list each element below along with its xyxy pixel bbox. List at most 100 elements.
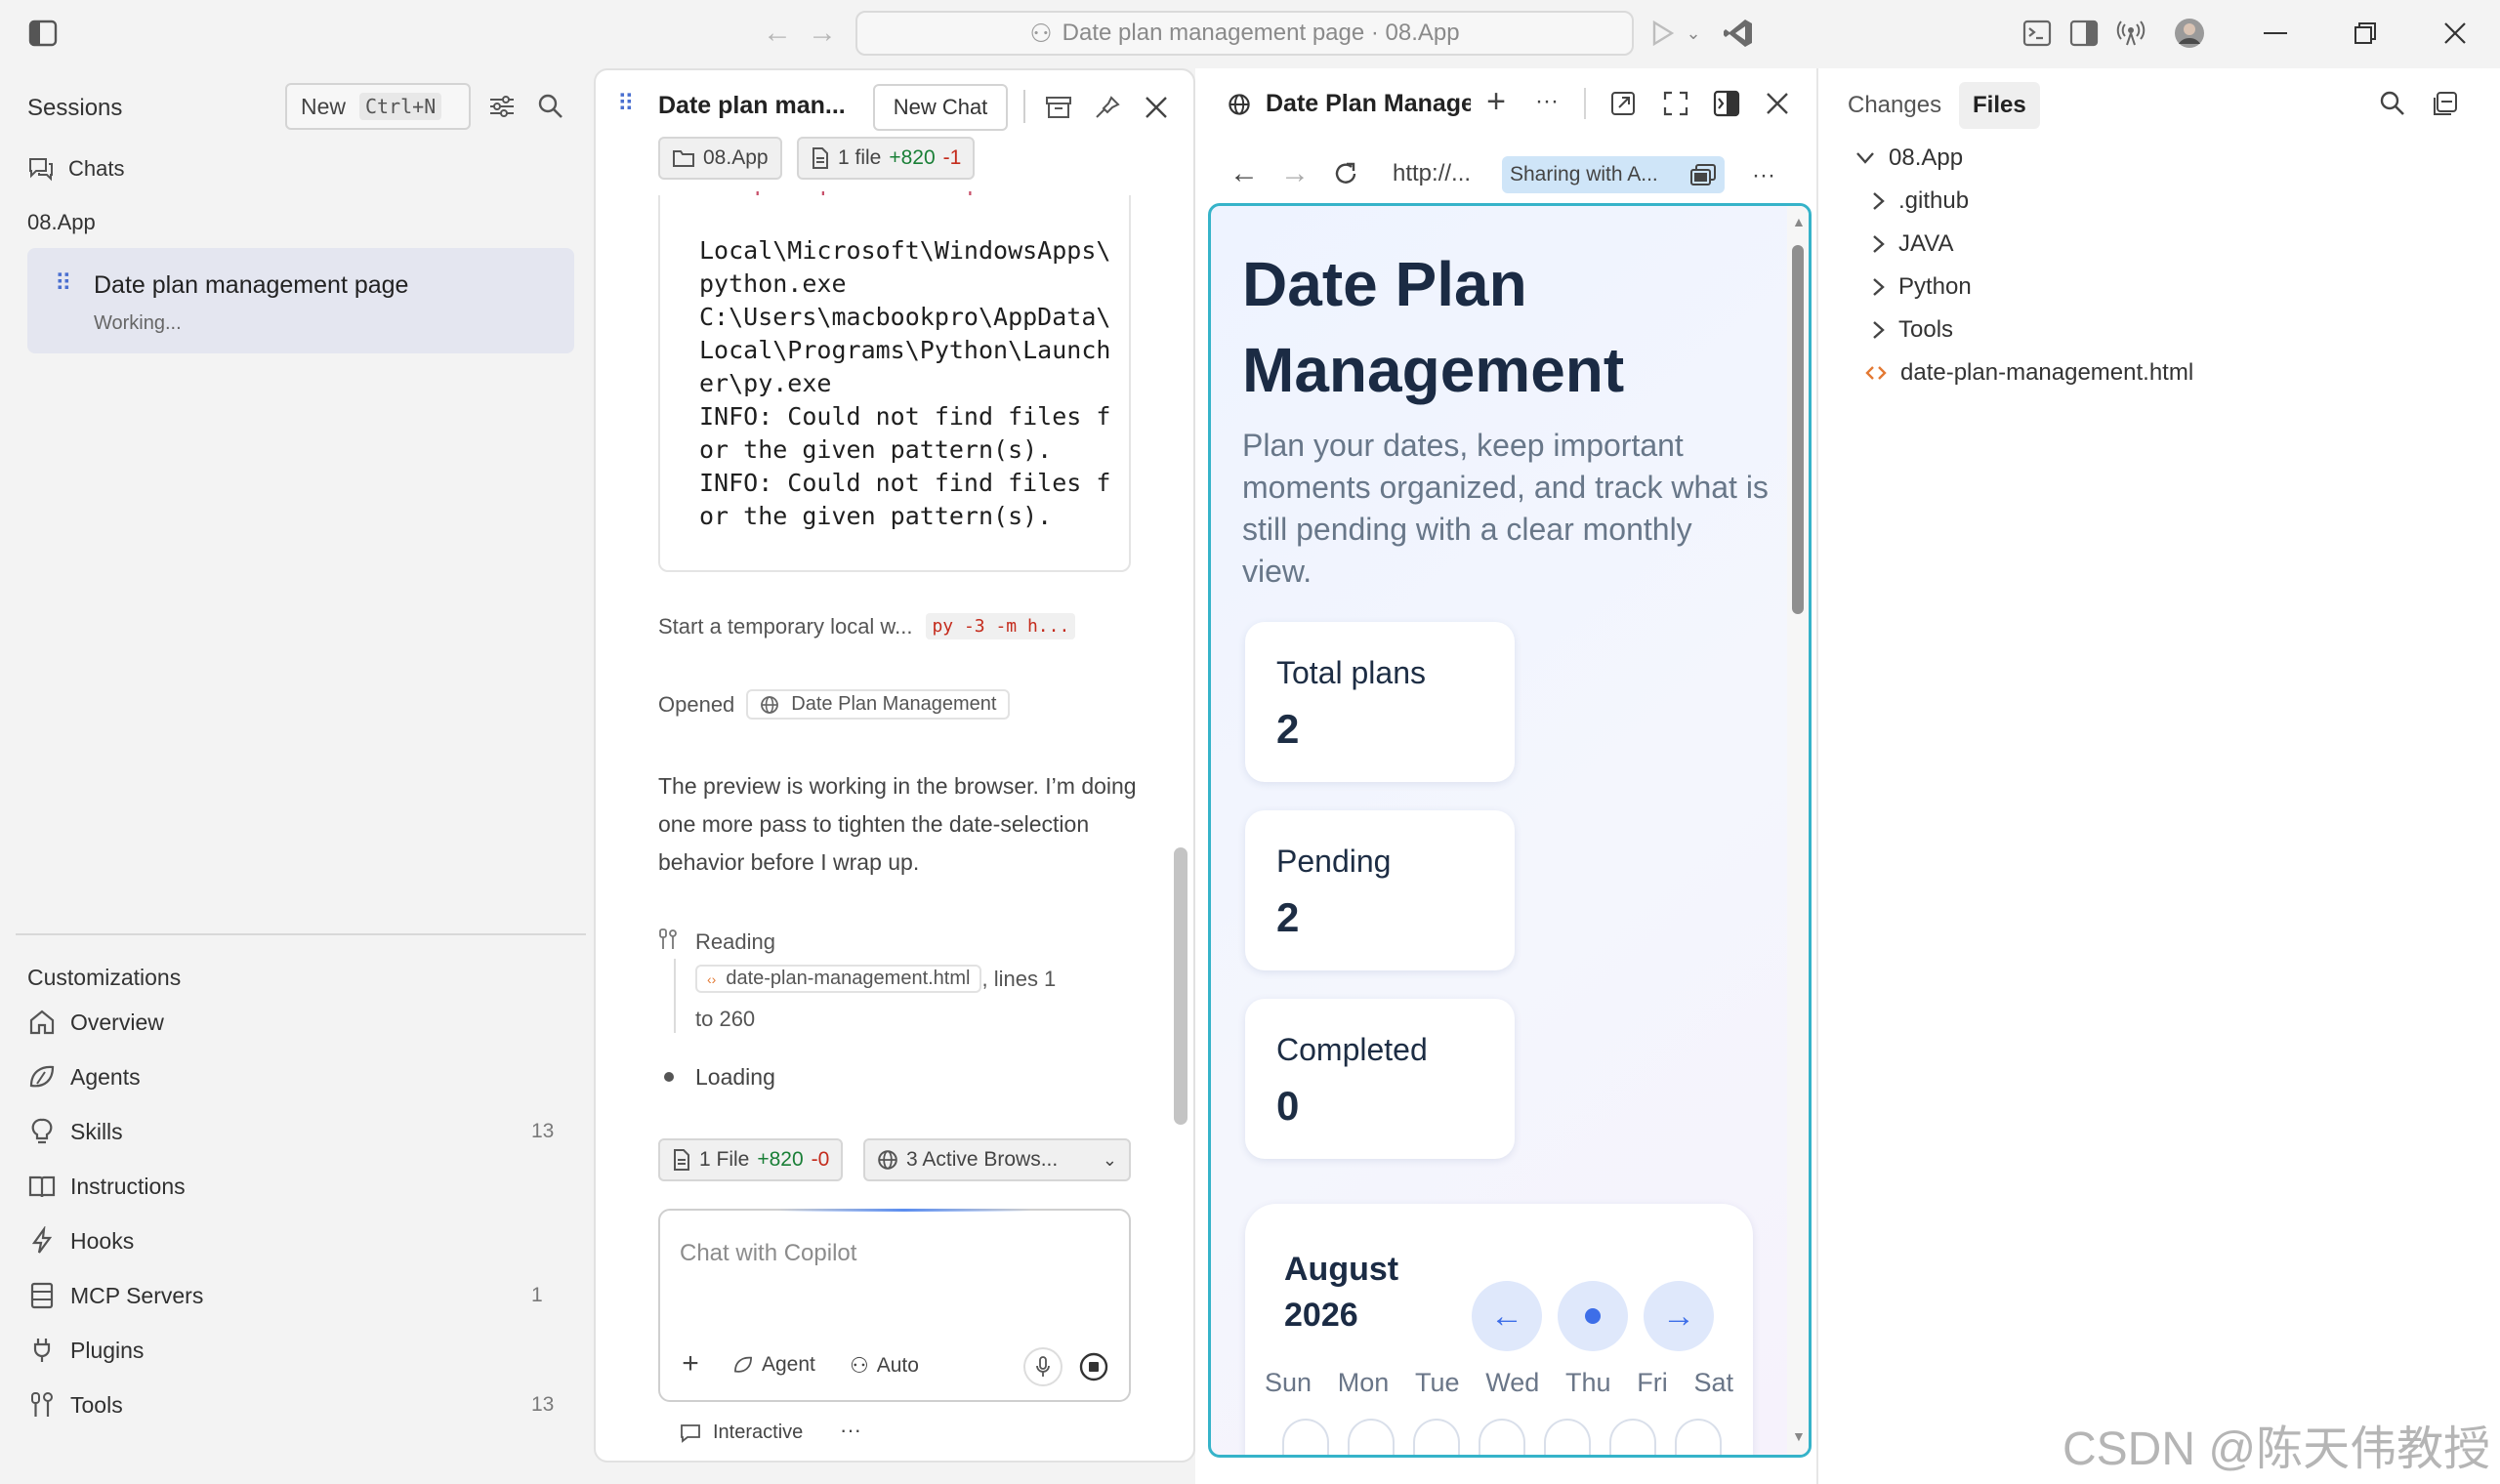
- calendar-day-cell[interactable]: [1675, 1419, 1722, 1455]
- workspace-chip[interactable]: 08.App: [658, 137, 782, 180]
- run-icon[interactable]: [1646, 18, 1678, 49]
- run-dropdown-chevron-icon[interactable]: ⌄: [1682, 21, 1705, 45]
- globe-icon: [760, 695, 779, 715]
- nav-mcp-servers[interactable]: MCP Servers 1: [27, 1281, 543, 1310]
- nav-tools[interactable]: Tools 13: [27, 1390, 554, 1420]
- close-browser-icon[interactable]: [1762, 88, 1793, 119]
- session-item-date-plan[interactable]: ⠿ Date plan management page Working...: [27, 248, 574, 353]
- calendar-today-button[interactable]: [1558, 1281, 1628, 1351]
- open-external-icon[interactable]: [1607, 88, 1639, 119]
- close-window-icon[interactable]: [2438, 18, 2473, 49]
- tree-root-folder[interactable]: 08.App: [1855, 144, 1963, 172]
- tab-overflow-icon[interactable]: ···: [1531, 86, 1562, 117]
- scroll-down-arrow-icon[interactable]: ▼: [1792, 1428, 1806, 1444]
- tree-folder-python[interactable]: Python: [1871, 273, 1972, 301]
- broadcast-icon[interactable]: [2115, 18, 2146, 49]
- reading-range: , lines 1: [981, 966, 1057, 991]
- tree-folder-java[interactable]: JAVA: [1871, 230, 1953, 258]
- agent-mode-label: Agent: [762, 1353, 815, 1376]
- tree-file-html[interactable]: date-plan-management.html: [1865, 359, 2193, 387]
- calendar-next-button[interactable]: →: [1644, 1281, 1714, 1351]
- stat-completed-label: Completed: [1276, 1032, 1428, 1067]
- new-chat-button[interactable]: New Chat: [873, 84, 1008, 131]
- weekday-label: Mon: [1337, 1368, 1390, 1397]
- forward-arrow-icon[interactable]: →: [807, 17, 838, 49]
- title-bar: ← → ⚇ Date plan management page · 08.App…: [0, 0, 2500, 68]
- active-browsers-chip[interactable]: 3 Active Brows... ⌄: [863, 1138, 1131, 1181]
- bolt-icon: [27, 1226, 57, 1256]
- lines-added: +820: [889, 146, 936, 169]
- new-session-button[interactable]: New Ctrl+N: [285, 83, 471, 130]
- interactive-mode[interactable]: Interactive: [680, 1422, 803, 1444]
- search-files-icon[interactable]: [2377, 88, 2408, 119]
- chats-link[interactable]: Chats: [27, 156, 124, 182]
- chat-drag-handle-icon[interactable]: ⠿: [617, 90, 635, 118]
- terminal-icon[interactable]: [2021, 18, 2053, 49]
- agent-mode-picker[interactable]: Agent: [732, 1353, 815, 1377]
- fullscreen-icon[interactable]: [1660, 88, 1691, 119]
- chat-input-box[interactable]: Chat with Copilot + Agent ⚇ Auto: [658, 1209, 1131, 1402]
- calendar-day-cell[interactable]: [1609, 1419, 1656, 1455]
- copilot-icon: ⚇: [850, 1353, 869, 1378]
- filter-icon[interactable]: [486, 91, 518, 122]
- calendar-day-cell[interactable]: [1413, 1419, 1460, 1455]
- browser-tab-title[interactable]: Date Plan Manage: [1266, 90, 1471, 118]
- chat-input-placeholder[interactable]: Chat with Copilot: [680, 1240, 856, 1267]
- tree-folder-tools[interactable]: Tools: [1871, 316, 1953, 344]
- nav-plugins[interactable]: Plugins: [27, 1336, 144, 1365]
- nav-skills[interactable]: Skills 13: [27, 1117, 554, 1146]
- close-chat-icon[interactable]: [1141, 92, 1172, 123]
- tree-folder-github[interactable]: .github: [1871, 187, 1969, 215]
- address-bar[interactable]: http://...: [1393, 160, 1471, 187]
- chevron-right-icon: [1871, 320, 1885, 340]
- vscode-icon[interactable]: [1721, 16, 1756, 51]
- changed-files-chip[interactable]: 1 file +820 -1: [797, 137, 976, 180]
- working-set-files-chip[interactable]: 1 File +820 -0: [658, 1138, 844, 1181]
- stop-icon[interactable]: [1074, 1347, 1113, 1386]
- interactive-label: Interactive: [713, 1422, 804, 1443]
- nav-overview[interactable]: Overview: [27, 1008, 164, 1037]
- opened-link[interactable]: Date Plan Management: [746, 689, 1011, 720]
- sharing-badge[interactable]: Sharing with A...: [1502, 156, 1725, 193]
- calendar-day-cell[interactable]: [1348, 1419, 1395, 1455]
- avatar[interactable]: [2174, 18, 2205, 49]
- nav-hooks[interactable]: Hooks: [27, 1226, 134, 1256]
- lines-removed: -1: [942, 146, 962, 169]
- viewport-scrollbar-thumb[interactable]: [1792, 245, 1804, 614]
- restore-icon[interactable]: [2348, 18, 2383, 49]
- toggle-sidebar-icon[interactable]: [27, 18, 59, 49]
- collapse-all-icon[interactable]: [2430, 88, 2461, 119]
- new-tab-icon[interactable]: +: [1480, 83, 1512, 120]
- search-sessions-icon[interactable]: [535, 91, 566, 122]
- calendar-day-cell[interactable]: [1479, 1419, 1525, 1455]
- model-picker[interactable]: ⚇ Auto: [850, 1353, 919, 1379]
- drag-handle-icon[interactable]: ⠿: [55, 269, 72, 298]
- browser-back-icon[interactable]: ←: [1229, 157, 1260, 189]
- command-center[interactable]: ⚇ Date plan management page · 08.App: [855, 11, 1634, 56]
- minimize-icon[interactable]: [2258, 18, 2293, 49]
- nav-agents[interactable]: Agents: [27, 1062, 141, 1092]
- reading-file-link[interactable]: ‹› date-plan-management.html: [695, 965, 982, 993]
- back-arrow-icon[interactable]: ←: [762, 17, 793, 49]
- add-context-icon[interactable]: +: [676, 1347, 705, 1380]
- chevron-right-icon: [1871, 234, 1885, 254]
- nav-instructions[interactable]: Instructions: [27, 1172, 186, 1201]
- globe-icon: [877, 1149, 898, 1171]
- pin-icon[interactable]: [1092, 92, 1123, 123]
- more-options-icon[interactable]: ···: [840, 1418, 861, 1443]
- toggle-devtools-icon[interactable]: [1711, 88, 1742, 119]
- scroll-up-arrow-icon[interactable]: ▲: [1792, 214, 1806, 229]
- archive-icon[interactable]: [1043, 92, 1074, 123]
- reload-icon[interactable]: [1330, 158, 1361, 189]
- microphone-icon[interactable]: [1023, 1347, 1062, 1386]
- calendar-day-cell[interactable]: [1544, 1419, 1591, 1455]
- tree-folder-label: JAVA: [1898, 230, 1954, 257]
- tab-files[interactable]: Files: [1959, 82, 2040, 129]
- browser-menu-icon[interactable]: ···: [1748, 160, 1779, 191]
- toggle-panel-icon[interactable]: [2068, 18, 2100, 49]
- calendar-day-cell[interactable]: [1282, 1419, 1329, 1455]
- browser-forward-icon[interactable]: →: [1279, 157, 1311, 189]
- chat-scrollbar[interactable]: [1174, 847, 1188, 1125]
- tab-changes[interactable]: Changes: [1848, 92, 1941, 119]
- calendar-prev-button[interactable]: ←: [1472, 1281, 1542, 1351]
